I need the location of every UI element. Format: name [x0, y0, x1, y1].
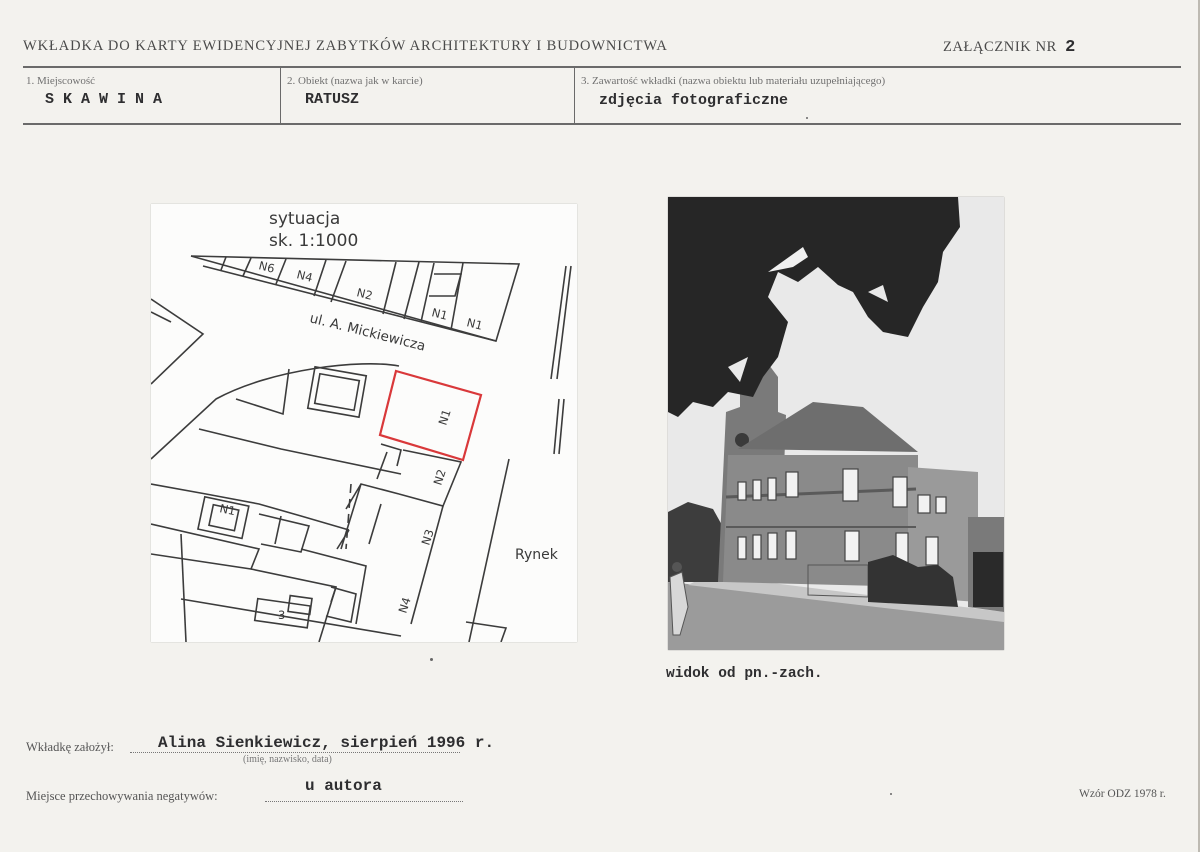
paper-speck	[890, 793, 892, 795]
lot-label: N2	[355, 285, 374, 302]
lot-label: N4	[396, 595, 414, 614]
storage-label: Miejsce przechowywania negatywów:	[26, 789, 218, 803]
object-label: 2. Obiekt (nazwa jak w karcie)	[287, 75, 423, 87]
lot-label: N2	[431, 467, 449, 486]
photo-caption: widok od pn.-zach.	[666, 666, 823, 682]
author-label: Wkładkę założył:	[26, 740, 114, 754]
field-divider-1	[280, 66, 282, 124]
place-label: 1. Miejscowość	[26, 75, 96, 87]
content-value: zdjęcia fotograficzne	[599, 92, 789, 109]
lot-label: N1	[218, 501, 236, 518]
lot-label: N3	[419, 527, 437, 546]
lot-label: N6	[257, 258, 276, 275]
content-label: 3. Zawartość wkładki (nazwa obiektu lub …	[581, 75, 886, 87]
map-scale: sk. 1:1000	[269, 231, 358, 251]
photo-image	[668, 197, 1004, 650]
inventory-card: WKŁADKA DO KARTY EWIDENCYJNEJ ZABYTKÓW A…	[0, 0, 1200, 852]
field-divider-2	[574, 66, 576, 124]
object-value: RATUSZ	[305, 91, 360, 108]
header-top-rule	[23, 66, 1181, 68]
form-title: WKŁADKA DO KARTY EWIDENCYJNEJ ZABYTKÓW A…	[23, 38, 668, 54]
place-value: SKAWINA	[45, 91, 172, 108]
town-hall-photo	[668, 197, 1004, 650]
storage-dotted-line	[265, 801, 463, 802]
paper-speck	[430, 658, 433, 661]
town-hall-outline	[378, 369, 483, 462]
header-bottom-rule	[23, 123, 1181, 125]
author-dotted-line	[130, 752, 460, 753]
square-label: Rynek	[515, 547, 559, 563]
storage-value: u autora	[305, 777, 382, 795]
attachment-number-block: ZAŁĄCZNIK NR 2	[943, 38, 1076, 57]
lot-label: N1	[465, 315, 484, 332]
attachment-label: ZAŁĄCZNIK NR	[943, 39, 1057, 55]
lot-label: 3	[278, 608, 285, 622]
situation-map: sytuacja sk. 1:1000 ul. A. Mickiewicza R…	[151, 204, 577, 642]
map-drawing: sytuacja sk. 1:1000 ul. A. Mickiewicza R…	[151, 209, 572, 642]
author-value: Alina Sienkiewicz, sierpień 1996 r.	[158, 734, 495, 752]
author-hint: (imię, nazwisko, data)	[243, 754, 332, 765]
lot-label: N1	[436, 407, 454, 426]
lot-label: N4	[295, 267, 314, 284]
attachment-number: 2	[1065, 38, 1076, 57]
form-identifier: Wzór ODZ 1978 r.	[1079, 788, 1166, 800]
lot-label: N1	[430, 305, 449, 322]
map-title: sytuacja	[269, 209, 340, 229]
paper-speck	[806, 117, 808, 119]
